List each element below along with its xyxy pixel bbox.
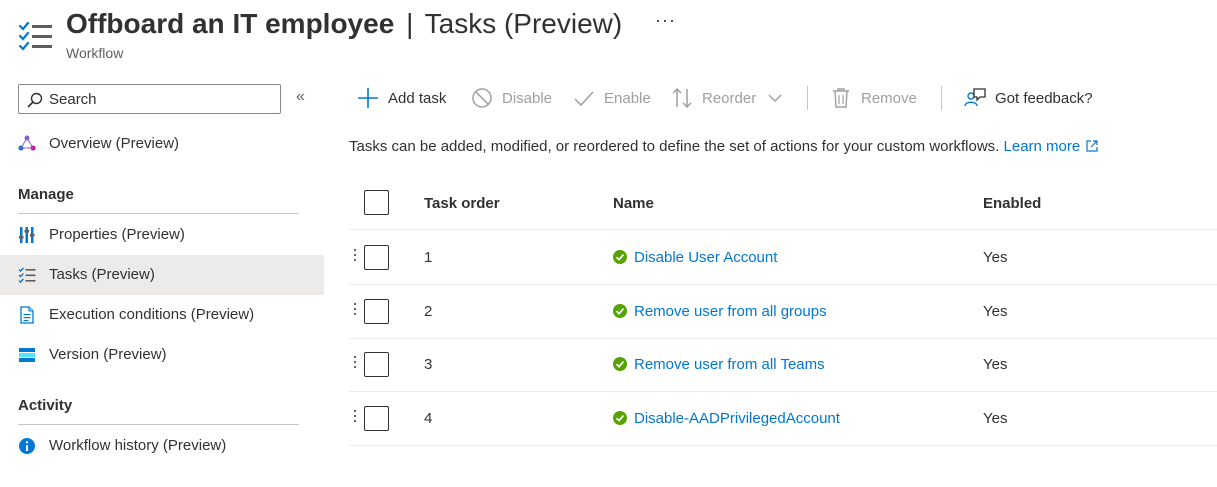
remove-button[interactable]: Remove xyxy=(830,86,917,110)
disable-label: Disable xyxy=(502,89,553,107)
external-link-icon[interactable] xyxy=(1086,140,1098,152)
add-task-button[interactable]: Add task xyxy=(357,86,446,110)
row-checkbox[interactable] xyxy=(364,406,389,431)
sidebar-item-overview[interactable]: Overview (Preview) xyxy=(0,124,324,164)
disable-button[interactable]: Disable xyxy=(471,86,552,110)
sort-arrows-icon xyxy=(672,87,692,109)
column-header-name[interactable]: Name xyxy=(613,195,654,212)
row-checkbox[interactable] xyxy=(364,352,389,377)
row-checkbox[interactable] xyxy=(364,299,389,324)
trash-icon xyxy=(833,88,849,108)
learn-more-link[interactable]: Learn more xyxy=(1004,138,1081,155)
task-order-cell: 1 xyxy=(424,249,433,266)
reorder-label: Reorder xyxy=(702,89,757,107)
table-row[interactable]: 3 Remove user from all Teams Yes xyxy=(349,338,1217,392)
checkmark-icon xyxy=(574,91,594,107)
sidebar-item-version[interactable]: Version (Preview) xyxy=(0,335,324,375)
remove-label: Remove xyxy=(861,89,917,107)
table-row[interactable]: 1 Disable User Account Yes xyxy=(349,231,1217,285)
feedback-label: Got feedback? xyxy=(995,89,1093,107)
drag-handle-icon[interactable] xyxy=(352,356,358,372)
drag-handle-icon[interactable] xyxy=(352,410,358,426)
main-content: Add task Disable Enable Reorder Remove G… xyxy=(349,78,1217,487)
version-icon xyxy=(19,348,35,362)
toolbar-separator xyxy=(941,86,942,110)
sidebar: « Overview (Preview) Manage Properties (… xyxy=(0,78,324,487)
row-checkbox[interactable] xyxy=(364,245,389,270)
page-header: Offboard an IT employee | Tasks (Preview… xyxy=(0,0,1217,70)
success-check-icon xyxy=(613,411,627,425)
enabled-cell: Yes xyxy=(983,410,1008,427)
description-text: Tasks can be added, modified, or reorder… xyxy=(349,138,1098,155)
page-title-section: Tasks (Preview) xyxy=(424,8,623,39)
collapse-sidebar-button[interactable]: « xyxy=(296,89,305,105)
description-body: Tasks can be added, modified, or reorder… xyxy=(349,138,1000,155)
page-title-separator: | xyxy=(406,8,414,39)
command-bar: Add task Disable Enable Reorder Remove G… xyxy=(349,78,1217,118)
sidebar-item-label: Properties (Preview) xyxy=(49,226,185,243)
success-check-icon xyxy=(613,250,627,264)
search-icon xyxy=(27,92,43,108)
feedback-icon xyxy=(964,88,986,107)
task-order-cell: 2 xyxy=(424,303,433,320)
task-name-link[interactable]: Disable User Account xyxy=(634,249,777,266)
feedback-button[interactable]: Got feedback? xyxy=(964,86,1093,110)
sidebar-item-execution-conditions[interactable]: Execution conditions (Preview) xyxy=(0,295,324,335)
table-row[interactable]: 4 Disable-AADPrivilegedAccount Yes xyxy=(349,392,1217,446)
sidebar-item-label: Execution conditions (Preview) xyxy=(49,306,255,323)
enable-label: Enable xyxy=(604,89,651,107)
toolbar-separator xyxy=(807,86,808,110)
search-box[interactable] xyxy=(18,84,281,114)
properties-icon xyxy=(19,227,35,243)
more-options-button[interactable]: ··· xyxy=(655,10,676,31)
section-divider xyxy=(18,213,299,214)
page-title: Offboard an IT employee | Tasks (Preview… xyxy=(66,6,622,42)
task-order-cell: 3 xyxy=(424,356,433,373)
search-input[interactable] xyxy=(49,88,274,110)
add-task-label: Add task xyxy=(388,89,447,107)
sidebar-item-tasks[interactable]: Tasks (Preview) xyxy=(0,255,324,295)
table-header: Task order Name Enabled xyxy=(349,178,1217,230)
info-icon xyxy=(19,438,35,454)
section-header-activity: Activity xyxy=(18,397,73,414)
select-all-checkbox[interactable] xyxy=(364,190,389,215)
enabled-cell: Yes xyxy=(983,249,1008,266)
tasks-icon xyxy=(18,267,36,283)
column-header-task-order[interactable]: Task order xyxy=(424,195,500,212)
sidebar-item-label: Overview (Preview) xyxy=(49,135,180,152)
drag-handle-icon[interactable] xyxy=(352,249,358,265)
document-icon xyxy=(20,306,34,324)
block-icon xyxy=(472,88,492,108)
drag-handle-icon[interactable] xyxy=(352,303,358,319)
sidebar-item-label: Workflow history (Preview) xyxy=(49,437,227,454)
plus-icon xyxy=(358,88,378,108)
page-subtitle: Workflow xyxy=(66,45,124,61)
enabled-cell: Yes xyxy=(983,303,1008,320)
section-divider xyxy=(18,424,299,425)
reorder-button[interactable]: Reorder xyxy=(671,86,782,110)
task-order-cell: 4 xyxy=(424,410,433,427)
task-name-link[interactable]: Remove user from all groups xyxy=(634,303,827,320)
task-name-link[interactable]: Remove user from all Teams xyxy=(634,356,825,373)
chevron-down-icon xyxy=(768,94,782,102)
enabled-cell: Yes xyxy=(983,356,1008,373)
overview-icon xyxy=(18,135,36,151)
success-check-icon xyxy=(613,304,627,318)
tasks-list-icon xyxy=(18,21,52,51)
sidebar-item-workflow-history[interactable]: Workflow history (Preview) xyxy=(0,426,324,466)
page-title-main: Offboard an IT employee xyxy=(66,8,395,39)
sidebar-item-label: Version (Preview) xyxy=(49,346,167,363)
enable-button[interactable]: Enable xyxy=(573,86,651,110)
sidebar-item-label: Tasks (Preview) xyxy=(49,266,155,283)
sidebar-item-properties[interactable]: Properties (Preview) xyxy=(0,215,324,255)
table-row[interactable]: 2 Remove user from all groups Yes xyxy=(349,285,1217,339)
section-header-manage: Manage xyxy=(18,186,74,203)
column-header-enabled[interactable]: Enabled xyxy=(983,195,1041,212)
task-name-link[interactable]: Disable-AADPrivilegedAccount xyxy=(634,410,840,427)
success-check-icon xyxy=(613,357,627,371)
